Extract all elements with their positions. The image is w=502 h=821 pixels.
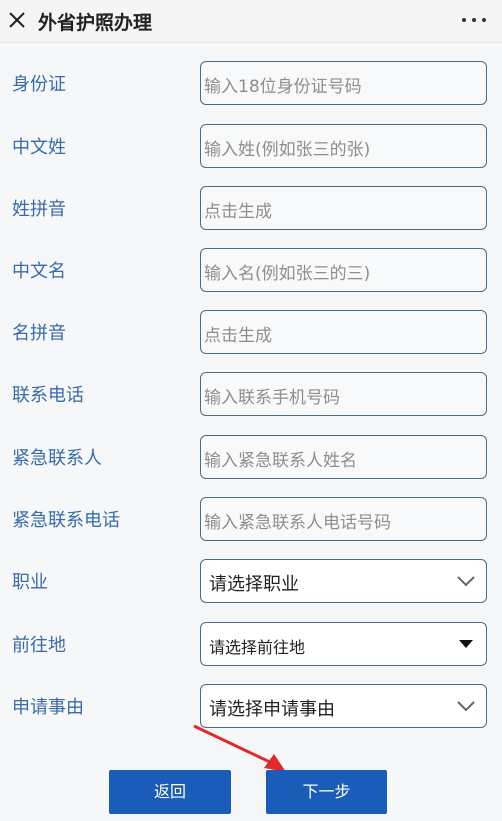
select-value: 请选择职业 xyxy=(209,574,299,595)
input-placeholder: 点击生成 xyxy=(204,202,272,222)
input-placeholder: 输入紧急联系人电话号码 xyxy=(204,513,391,533)
form-row-surname-pinyin: 姓拼音 点击生成 xyxy=(0,186,502,230)
emergency-phone-input[interactable]: 输入紧急联系人电话号码 xyxy=(200,497,487,541)
field-label: 中文姓 xyxy=(12,137,66,158)
input-placeholder: 输入名(例如张三的三) xyxy=(204,264,371,284)
form-row-phone: 联系电话 输入联系手机号码 xyxy=(0,372,502,416)
field-label: 身份证 xyxy=(12,74,66,95)
field-label: 紧急联系电话 xyxy=(12,510,120,531)
given-name-input[interactable]: 输入名(例如张三的三) xyxy=(200,248,487,292)
input-placeholder: 点击生成 xyxy=(204,326,272,346)
caret-down-icon xyxy=(459,640,473,648)
surname-pinyin-input[interactable]: 点击生成 xyxy=(200,186,487,230)
reason-select[interactable]: 请选择申请事由 xyxy=(200,684,487,728)
surname-input[interactable]: 输入姓(例如张三的张) xyxy=(200,124,487,168)
select-value: 请选择申请事由 xyxy=(209,699,335,720)
form-row-destination: 前往地 请选择前往地 xyxy=(0,622,502,666)
phone-input[interactable]: 输入联系手机号码 xyxy=(200,372,487,416)
field-label: 名拼音 xyxy=(12,323,66,344)
page-title: 外省护照办理 xyxy=(38,12,153,34)
field-label: 中文名 xyxy=(12,261,66,282)
title-bar: 外省护照办理 xyxy=(0,0,502,43)
more-options-icon[interactable] xyxy=(460,17,488,25)
back-button[interactable]: 返回 xyxy=(109,770,231,814)
form-row-emergency-phone: 紧急联系电话 输入紧急联系人电话号码 xyxy=(0,497,502,541)
field-label: 职业 xyxy=(12,572,48,593)
field-label: 前往地 xyxy=(12,635,66,656)
field-label: 申请事由 xyxy=(12,697,84,718)
form-row-surname: 中文姓 输入姓(例如张三的张) xyxy=(0,124,502,168)
form-row-given-name-pinyin: 名拼音 点击生成 xyxy=(0,310,502,354)
chevron-down-icon xyxy=(457,701,475,712)
input-placeholder: 输入18位身份证号码 xyxy=(204,77,362,97)
id-card-input[interactable]: 输入18位身份证号码 xyxy=(200,61,487,105)
chevron-down-icon xyxy=(457,576,475,587)
field-label: 联系电话 xyxy=(12,385,84,406)
destination-select[interactable]: 请选择前往地 xyxy=(200,622,487,666)
given-name-pinyin-input[interactable]: 点击生成 xyxy=(200,310,487,354)
next-button[interactable]: 下一步 xyxy=(266,770,387,814)
form-row-id-card: 身份证 输入18位身份证号码 xyxy=(0,61,502,105)
field-label: 紧急联系人 xyxy=(12,448,102,469)
emergency-contact-input[interactable]: 输入紧急联系人姓名 xyxy=(200,435,487,479)
input-placeholder: 输入紧急联系人姓名 xyxy=(204,451,357,471)
select-value: 请选择前往地 xyxy=(209,638,306,657)
occupation-select[interactable]: 请选择职业 xyxy=(200,559,487,603)
form-row-occupation: 职业 请选择职业 xyxy=(0,559,502,603)
form-row-reason: 申请事由 请选择申请事由 xyxy=(0,684,502,728)
input-placeholder: 输入联系手机号码 xyxy=(204,388,340,408)
close-icon[interactable] xyxy=(6,9,28,31)
form-row-emergency-contact: 紧急联系人 输入紧急联系人姓名 xyxy=(0,435,502,479)
field-label: 姓拼音 xyxy=(12,199,66,220)
form-row-given-name: 中文名 输入名(例如张三的三) xyxy=(0,248,502,292)
input-placeholder: 输入姓(例如张三的张) xyxy=(204,140,371,160)
